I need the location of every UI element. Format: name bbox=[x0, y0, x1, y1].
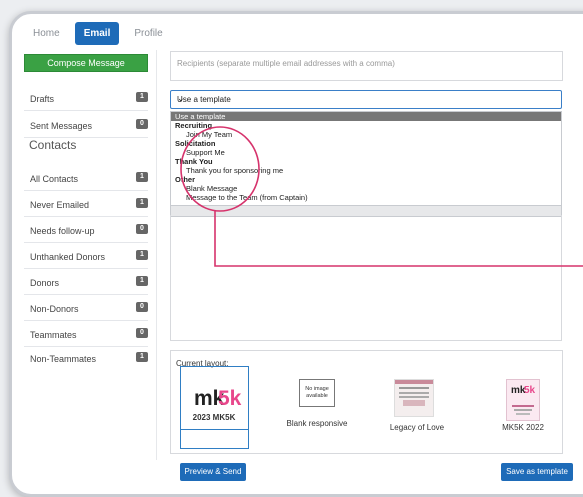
no-image-placeholder: No image available bbox=[299, 379, 335, 407]
highlight-circle bbox=[180, 126, 260, 212]
layout-option-blank-responsive[interactable]: No image available Blank responsive bbox=[283, 375, 351, 430]
annotation-pointer-line bbox=[214, 211, 583, 267]
svg-text:5k: 5k bbox=[524, 385, 536, 396]
mk5k-logo: mk 5k bbox=[511, 385, 536, 396]
save-as-template-button[interactable]: Save as template bbox=[501, 463, 573, 481]
layout-option-legacy-of-love[interactable]: Legacy of Love bbox=[373, 375, 444, 432]
preview-and-send-button[interactable]: Preview & Send bbox=[180, 463, 246, 481]
layout-name: Blank responsive bbox=[286, 419, 348, 428]
layout-selected-outline-lower bbox=[180, 428, 249, 449]
layout-name: 2023 MK5K bbox=[192, 413, 236, 422]
layout-option-2023-mk5k[interactable]: mk 5k 2023 MK5K bbox=[180, 375, 248, 430]
mk5k-logo: mk 5k bbox=[194, 387, 242, 410]
layout-chooser: Current layout: mk 5k 2023 MK5K No image… bbox=[170, 350, 563, 454]
legacy-of-love-thumbnail bbox=[394, 379, 434, 417]
mk5k-2022-thumbnail: mk 5k bbox=[506, 379, 540, 421]
layout-name: MK5K 2022 bbox=[502, 423, 544, 432]
layout-option-mk5k-2022[interactable]: mk 5k MK5K 2022 bbox=[489, 375, 557, 432]
svg-text:5k: 5k bbox=[218, 387, 242, 410]
layout-name: Legacy of Love bbox=[389, 423, 445, 432]
